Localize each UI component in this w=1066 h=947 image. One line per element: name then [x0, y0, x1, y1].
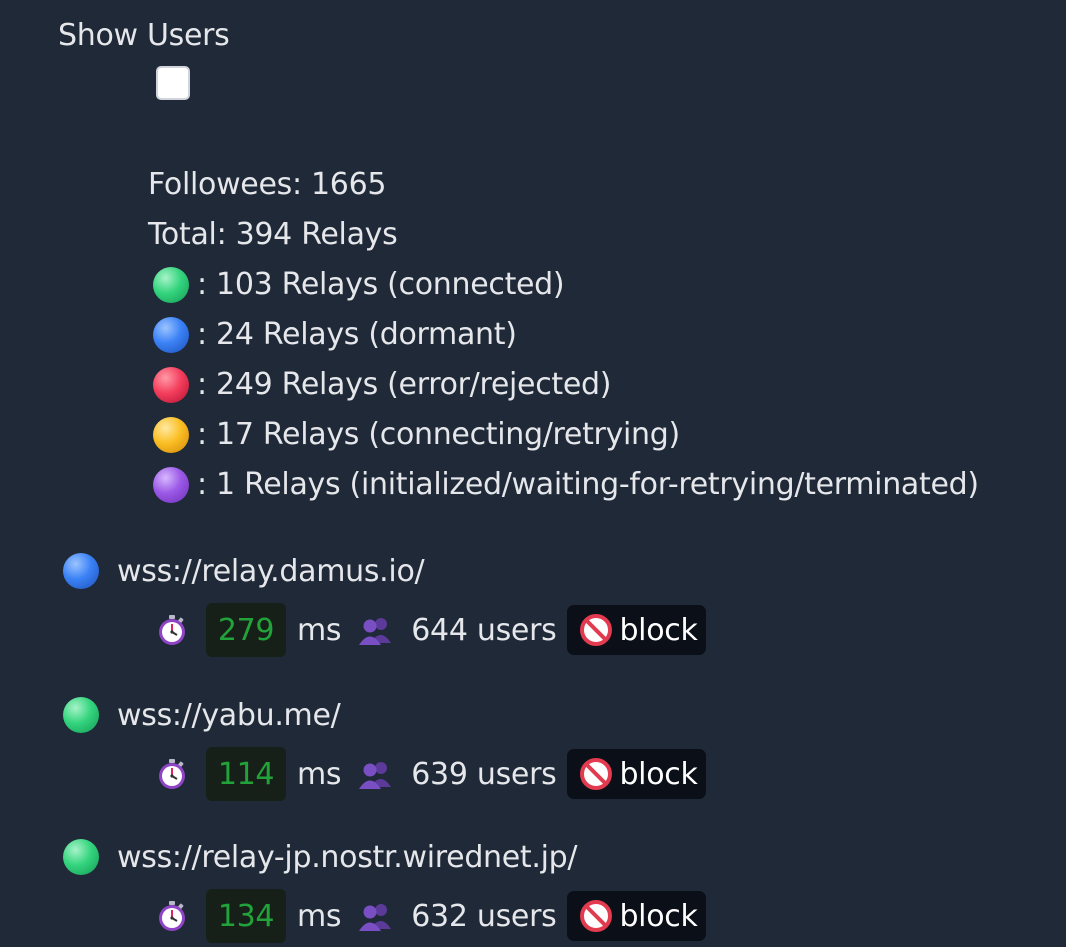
- block-label: block: [619, 756, 698, 792]
- relay-info-row: 279 ms 644 users block: [155, 602, 706, 658]
- red-circle-icon: [153, 367, 189, 403]
- prohibited-icon: [580, 900, 613, 932]
- stopwatch-icon: [159, 759, 185, 789]
- users-icon: [359, 762, 392, 789]
- stat-connecting: : 17 Relays (connecting/retrying): [148, 410, 979, 460]
- blue-circle-icon: [63, 553, 99, 589]
- prohibited-icon: [580, 614, 613, 646]
- stat-dormant: : 24 Relays (dormant): [148, 310, 979, 360]
- green-circle-icon: [153, 267, 189, 303]
- relay-url: wss://relay.damus.io/: [117, 553, 425, 589]
- stat-error: : 249 Relays (error/rejected): [148, 360, 979, 410]
- show-users-label: Show Users: [58, 18, 230, 53]
- block-button[interactable]: block: [567, 891, 706, 941]
- green-circle-icon: [63, 697, 99, 733]
- green-circle-icon: [63, 839, 99, 875]
- block-label: block: [619, 612, 698, 648]
- prohibited-icon: [580, 758, 613, 790]
- relay-info-row: 134 ms 632 users block: [155, 888, 706, 944]
- block-label: block: [619, 898, 698, 934]
- relay-item: wss://yabu.me/ 114 ms 639 users block: [63, 690, 706, 801]
- purple-circle-icon: [153, 467, 189, 503]
- yellow-circle-icon: [153, 417, 189, 453]
- ping-value: 279: [206, 603, 286, 657]
- ping-value: 114: [206, 747, 286, 801]
- ms-label: ms: [297, 756, 342, 792]
- relay-panel: Show Users Followees: 1665 Total: 394 Re…: [0, 0, 1066, 947]
- stat-connected: : 103 Relays (connected): [148, 260, 979, 310]
- relay-stats: Followees: 1665 Total: 394 Relays : 103 …: [148, 160, 979, 510]
- users-icon: [359, 904, 392, 931]
- ms-label: ms: [297, 612, 342, 648]
- stopwatch-icon: [159, 901, 185, 931]
- users-count: 644 users: [411, 612, 557, 648]
- total-relays: Total: 394 Relays: [148, 217, 398, 252]
- blue-circle-icon: [153, 317, 189, 353]
- relay-url: wss://yabu.me/: [117, 697, 341, 733]
- relay-item: wss://relay.damus.io/ 279 ms 644 users b…: [63, 546, 706, 657]
- ping-value: 134: [206, 889, 286, 943]
- relay-url: wss://relay-jp.nostr.wirednet.jp/: [117, 839, 578, 875]
- relay-info-row: 114 ms 639 users block: [155, 746, 706, 802]
- block-button[interactable]: block: [567, 605, 706, 655]
- stat-initialized: : 1 Relays (initialized/waiting-for-retr…: [148, 460, 979, 510]
- block-button[interactable]: block: [567, 749, 706, 799]
- show-users-checkbox[interactable]: [156, 66, 190, 100]
- followees-count: Followees: 1665: [148, 167, 387, 202]
- stopwatch-icon: [159, 615, 185, 645]
- users-icon: [359, 618, 392, 645]
- relay-item: wss://relay-jp.nostr.wirednet.jp/ 134 ms: [63, 832, 706, 943]
- users-count: 632 users: [411, 898, 557, 934]
- ms-label: ms: [297, 898, 342, 934]
- users-count: 639 users: [411, 756, 557, 792]
